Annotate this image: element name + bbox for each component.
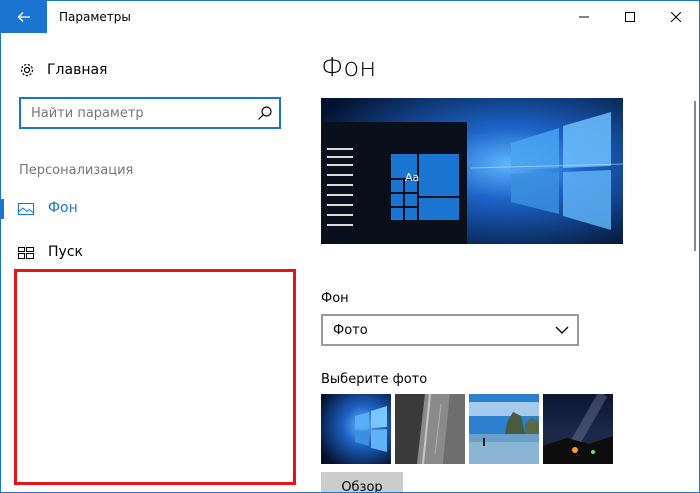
photo-thumbnail-windows[interactable] [321, 394, 391, 464]
dropdown-value: Фото [333, 322, 368, 338]
red-highlight-box [14, 269, 296, 485]
photo-thumbnail-rock[interactable] [395, 394, 465, 464]
minimize-button[interactable] [561, 1, 607, 33]
maximize-icon [625, 12, 635, 22]
gear-icon [19, 62, 35, 78]
desktop-preview: Aa [321, 98, 623, 244]
home-link[interactable]: Главная [19, 59, 107, 81]
close-button[interactable] [653, 1, 699, 33]
preview-tile-text: Aa [405, 171, 420, 184]
back-arrow-icon [17, 12, 30, 22]
maximize-button[interactable] [607, 1, 653, 33]
close-icon [671, 12, 681, 22]
search-box [19, 97, 281, 129]
home-label: Главная [47, 62, 108, 78]
browse-button[interactable]: Обзор [321, 472, 403, 492]
search-input[interactable] [21, 99, 261, 127]
picture-icon [18, 203, 34, 215]
title-bar: Параметры [1, 1, 699, 33]
photo-thumbnails [321, 394, 613, 464]
search-icon[interactable] [257, 105, 273, 121]
preview-image [321, 98, 623, 244]
start-icon [18, 247, 34, 259]
sidebar-item-label: Пуск [48, 244, 83, 260]
back-button[interactable] [1, 1, 47, 33]
sidebar-item-label: Фон [48, 200, 78, 216]
background-type-dropdown[interactable]: Фото [321, 314, 579, 346]
page-title: Фон [321, 53, 377, 83]
sidebar-item-start[interactable]: Пуск [1, 239, 291, 267]
photo-thumbnail-night-sky[interactable] [543, 394, 613, 464]
background-label: Фон [321, 291, 349, 306]
window-title: Параметры [59, 10, 131, 24]
chevron-down-icon [555, 326, 569, 334]
scrollbar[interactable] [694, 101, 696, 251]
photo-thumbnail-beach[interactable] [469, 394, 539, 464]
section-label-personalization: Персонализация [19, 163, 134, 178]
choose-photo-label: Выберите фото [321, 372, 428, 387]
settings-window: Параметры Главная Персонализация [0, 0, 700, 493]
minimize-icon [579, 16, 589, 18]
selection-indicator [1, 199, 4, 219]
sidebar-item-background[interactable]: Фон [1, 195, 291, 223]
